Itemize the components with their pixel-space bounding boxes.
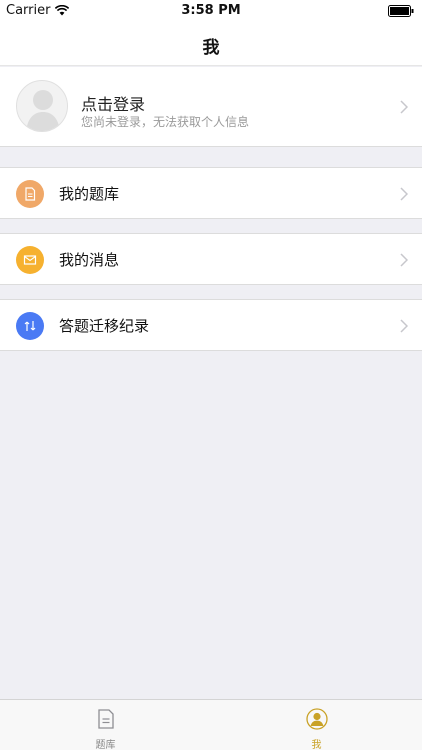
menu-item-label: 答题迁移纪录 xyxy=(59,317,150,335)
menu-item-messages[interactable]: 我的消息 xyxy=(0,233,422,285)
clock: 3:58 PM xyxy=(181,3,241,18)
transfer-icon xyxy=(24,321,36,331)
chevron-right-icon xyxy=(400,187,408,201)
avatar[interactable] xyxy=(16,80,68,132)
tab-label: 我 xyxy=(311,740,322,750)
mail-icon xyxy=(23,255,37,265)
document-tab-icon xyxy=(98,709,114,729)
login-row[interactable]: 点击登录 您尚未登录，无法获取个人信息 xyxy=(0,67,422,147)
document-icon-badge xyxy=(16,180,44,208)
menu-item-transfer-records[interactable]: 答题迁移纪录 xyxy=(0,299,422,351)
login-label[interactable]: 点击登录 xyxy=(81,91,145,115)
tab-me[interactable]: 我 xyxy=(211,700,422,750)
default-avatar-icon xyxy=(26,90,60,131)
chevron-right-icon xyxy=(400,319,408,333)
chevron-right-icon xyxy=(400,253,408,267)
tab-label: 题库 xyxy=(95,740,116,750)
document-icon xyxy=(25,187,36,201)
login-hint: 您尚未登录，无法获取个人信息 xyxy=(81,115,250,129)
menu-item-label: 我的题库 xyxy=(59,185,120,203)
navigation-bar: 我 xyxy=(0,22,422,66)
tab-bar: 题库 我 xyxy=(0,699,422,750)
chevron-right-icon xyxy=(400,100,408,114)
page-title: 我 xyxy=(202,38,220,58)
menu-item-label: 我的消息 xyxy=(59,251,120,269)
mail-icon-badge xyxy=(16,246,44,274)
transfer-icon-badge xyxy=(16,312,44,340)
battery-icon xyxy=(388,5,414,17)
menu-item-question-bank[interactable]: 我的题库 xyxy=(0,167,422,219)
status-bar: Carrier 3:58 PM xyxy=(0,0,422,22)
person-tab-icon xyxy=(306,708,328,730)
tab-question-bank[interactable]: 题库 xyxy=(0,700,211,750)
